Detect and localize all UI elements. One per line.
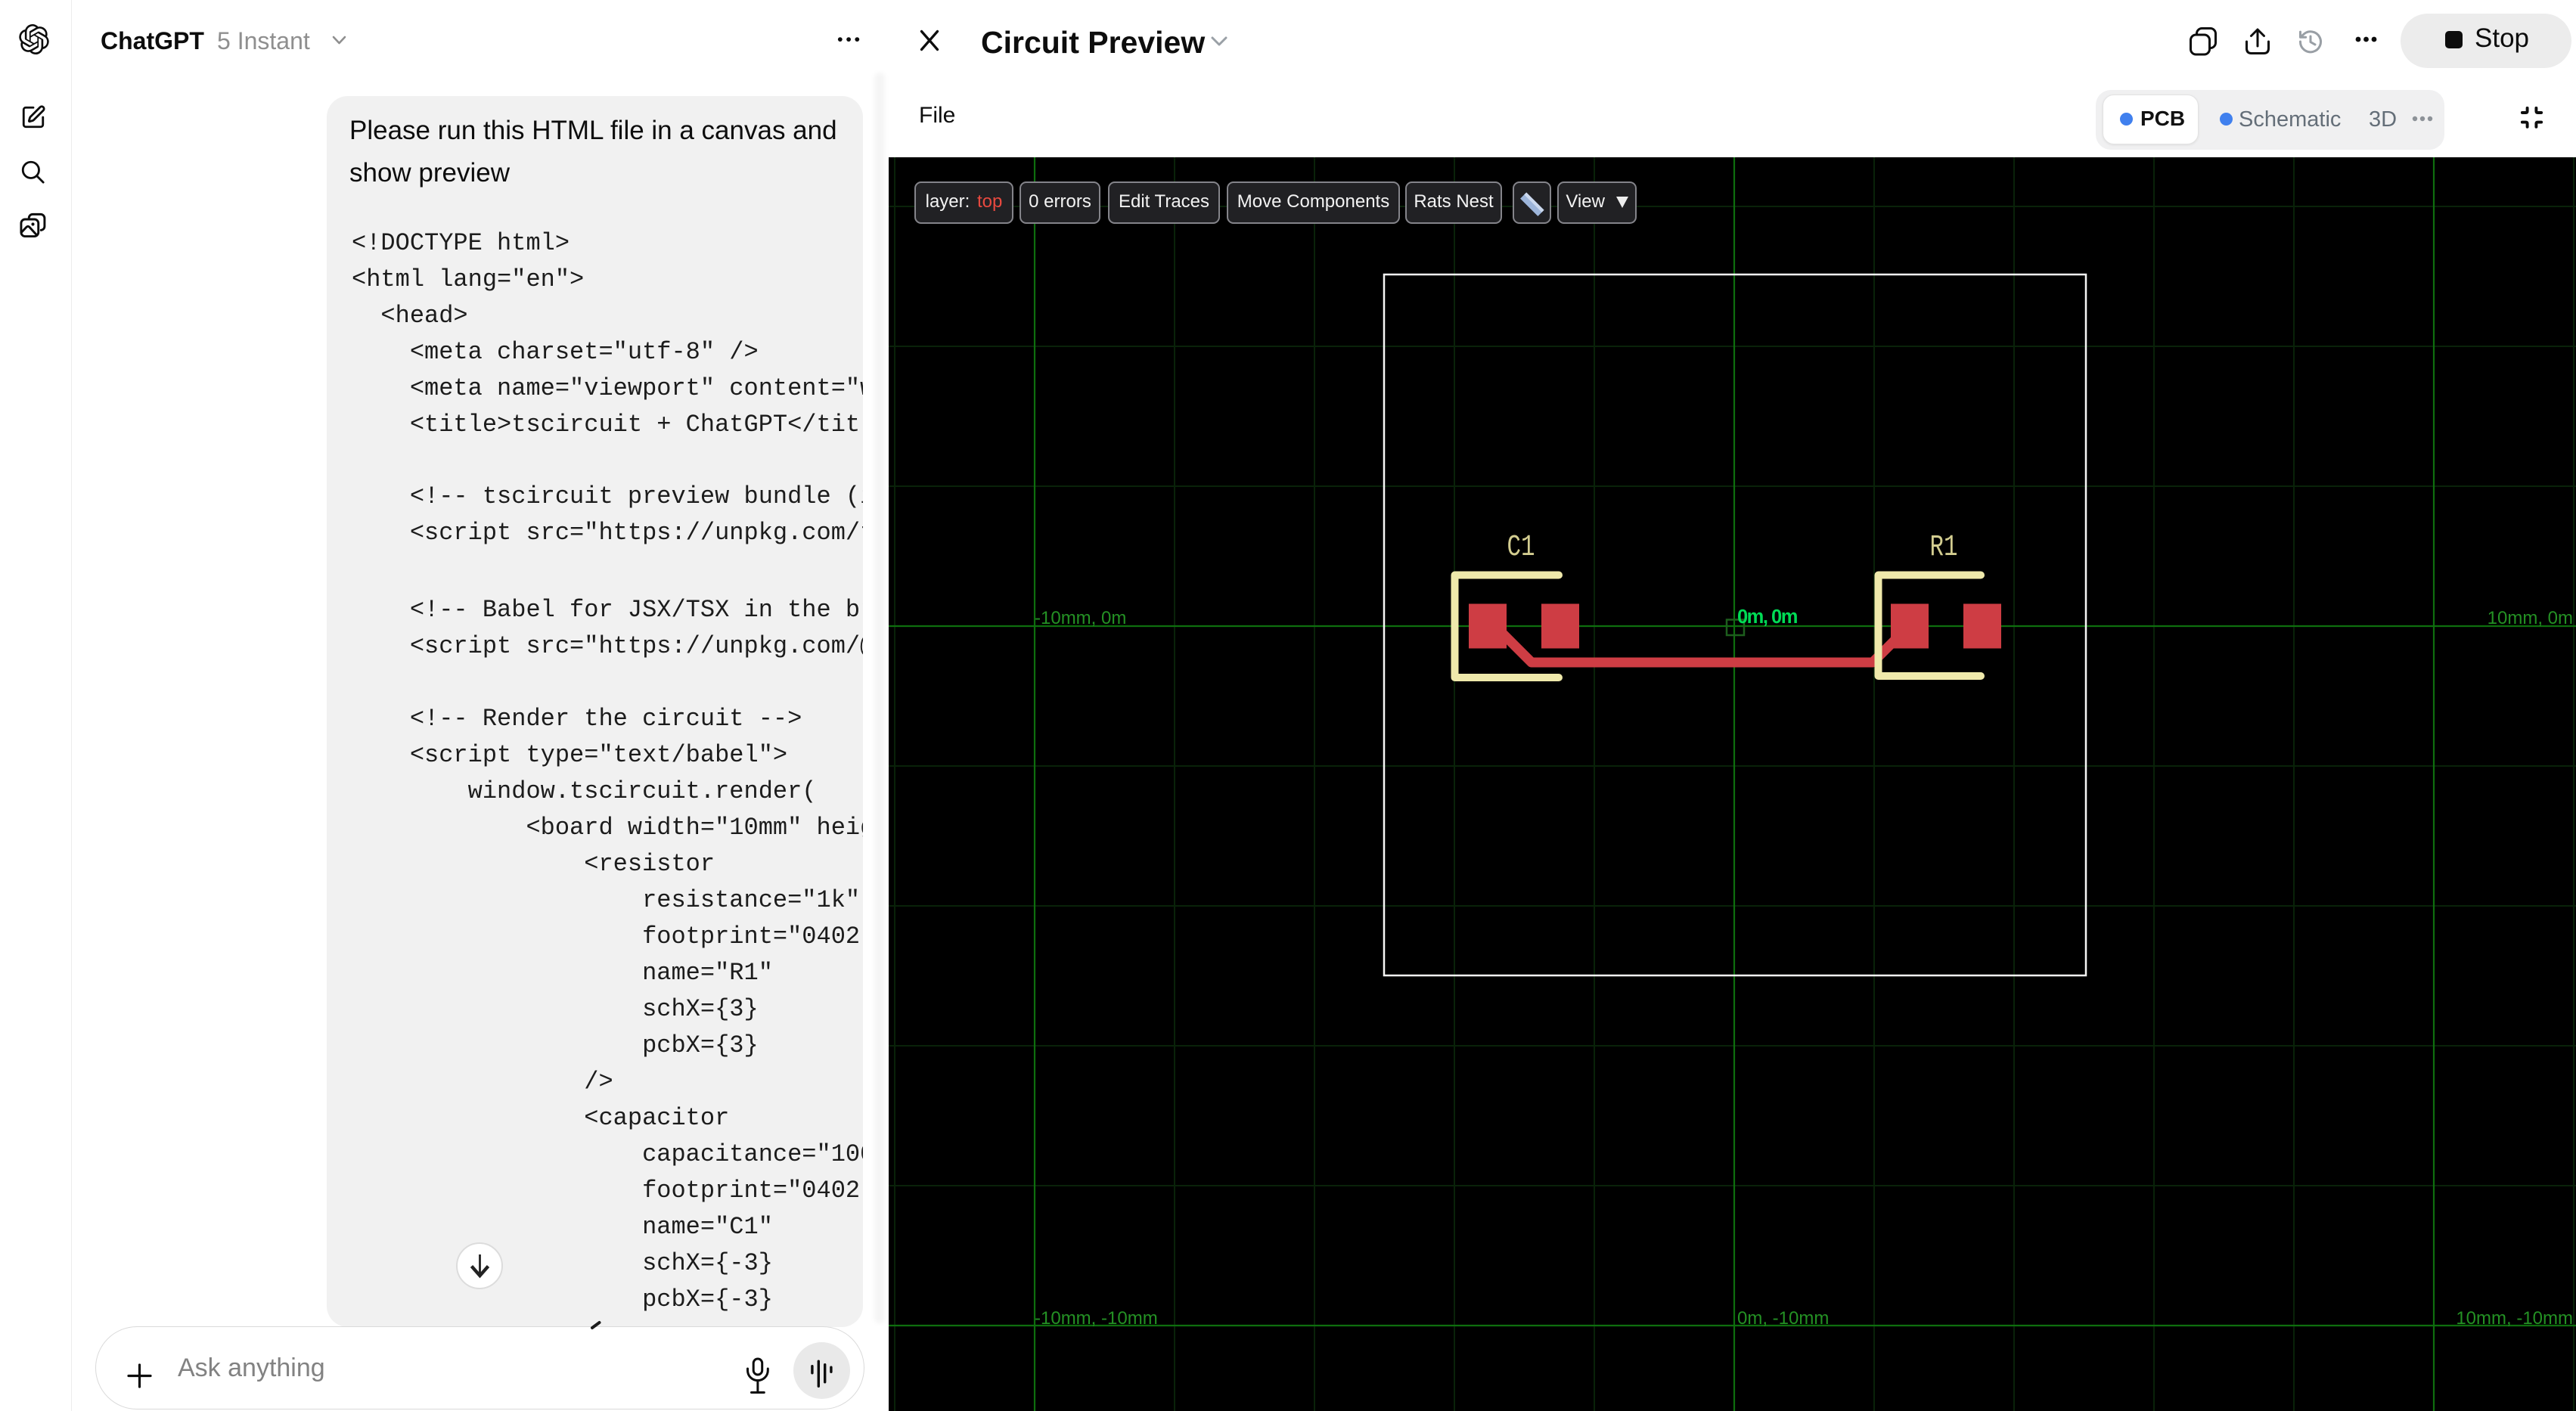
svg-text:C1: C1 [1507,531,1535,565]
svg-text:-10mm, -10mm: -10mm, -10mm [1035,1308,1158,1329]
svg-text:10mm, -10mm: 10mm, -10mm [2456,1308,2573,1329]
svg-text:0m, 0m: 0m, 0m [1737,606,1798,628]
svg-text:R1: R1 [1930,531,1958,565]
svg-text:-10mm, 0m: -10mm, 0m [1035,608,1126,628]
svg-text:10mm, 0m: 10mm, 0m [2488,608,2573,628]
svg-text:0m, -10mm: 0m, -10mm [1737,1308,1829,1329]
